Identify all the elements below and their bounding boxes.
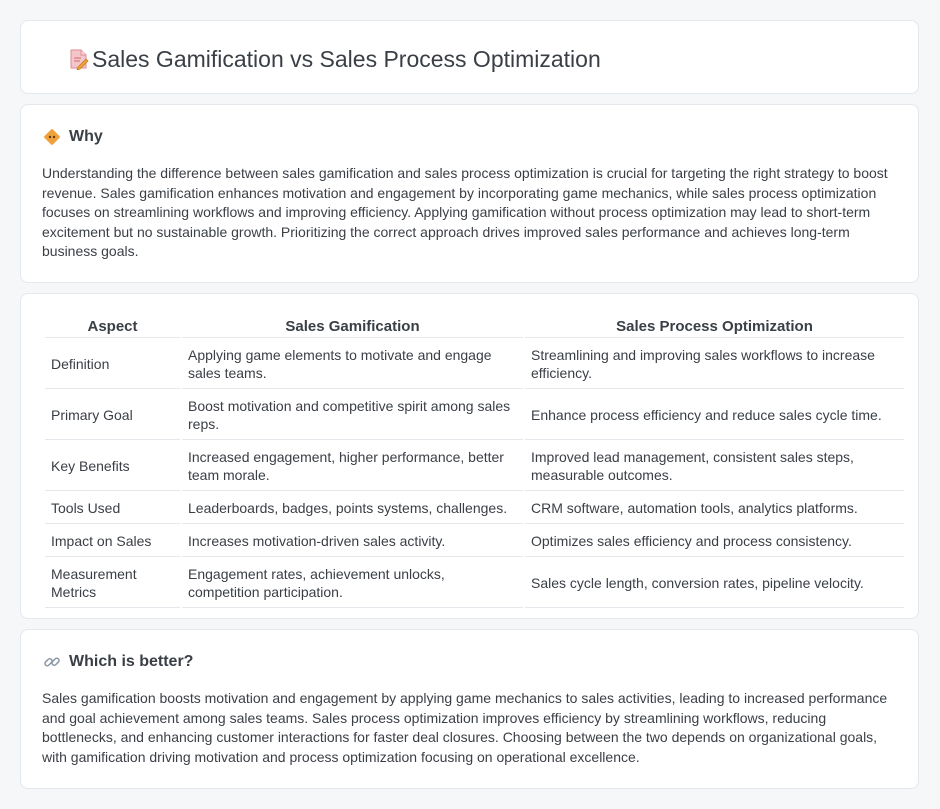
cell-aspect: Definition: [45, 340, 180, 389]
table-header-row: Aspect Sales Gamification Sales Process …: [45, 318, 904, 338]
cell-aspect: Key Benefits: [45, 442, 180, 491]
page-title: Sales Gamification vs Sales Process Opti…: [92, 46, 601, 72]
cell-aspect: Measurement Metrics: [45, 559, 180, 608]
which-better-header: Which is better?: [43, 652, 193, 672]
cell-optimization: Enhance process efficiency and reduce sa…: [525, 391, 904, 440]
cell-gamification: Boost motivation and competitive spirit …: [182, 391, 523, 440]
why-body: Understanding the difference between sal…: [42, 165, 888, 260]
diamond-warning-icon: [43, 128, 61, 146]
table-row: Measurement Metrics Engagement rates, ac…: [45, 559, 904, 608]
cell-aspect: Tools Used: [45, 493, 180, 524]
table-row: Definition Applying game elements to mot…: [45, 340, 904, 389]
column-header-optimization: Sales Process Optimization: [525, 318, 904, 338]
cell-optimization: Streamlining and improving sales workflo…: [525, 340, 904, 389]
title-card: Sales Gamification vs Sales Process Opti…: [20, 20, 919, 94]
cell-optimization: Sales cycle length, conversion rates, pi…: [525, 559, 904, 608]
why-header: Why: [43, 127, 103, 147]
cell-gamification: Leaderboards, badges, points systems, ch…: [182, 493, 523, 524]
comparison-table-wrap: Aspect Sales Gamification Sales Process …: [43, 316, 904, 610]
comparison-table: Aspect Sales Gamification Sales Process …: [43, 316, 906, 610]
which-better-body: Sales gamification boosts motivation and…: [42, 690, 888, 765]
link-icon: [43, 653, 61, 671]
document-edit-icon: [68, 48, 90, 71]
why-section: Why Understanding the difference between…: [20, 104, 919, 283]
cell-optimization: Optimizes sales efficiency and process c…: [525, 526, 904, 557]
which-better-section: Which is better? Sales gamification boos…: [20, 629, 919, 789]
cell-aspect: Impact on Sales: [45, 526, 180, 557]
cell-gamification: Engagement rates, achievement unlocks, c…: [182, 559, 523, 608]
which-better-heading: Which is better?: [69, 653, 194, 670]
comparison-section: Aspect Sales Gamification Sales Process …: [20, 293, 919, 619]
table-row: Impact on Sales Increases motivation-dri…: [45, 526, 904, 557]
cell-aspect: Primary Goal: [45, 391, 180, 440]
table-row: Key Benefits Increased engagement, highe…: [45, 442, 904, 491]
column-header-gamification: Sales Gamification: [182, 318, 523, 338]
cell-gamification: Applying game elements to motivate and e…: [182, 340, 523, 389]
table-row: Tools Used Leaderboards, badges, points …: [45, 493, 904, 524]
cell-optimization: CRM software, automation tools, analytic…: [525, 493, 904, 524]
column-header-aspect: Aspect: [45, 318, 180, 338]
cell-gamification: Increases motivation-driven sales activi…: [182, 526, 523, 557]
cell-optimization: Improved lead management, consistent sal…: [525, 442, 904, 491]
cell-gamification: Increased engagement, higher performance…: [182, 442, 523, 491]
why-heading: Why: [69, 128, 103, 145]
table-row: Primary Goal Boost motivation and compet…: [45, 391, 904, 440]
